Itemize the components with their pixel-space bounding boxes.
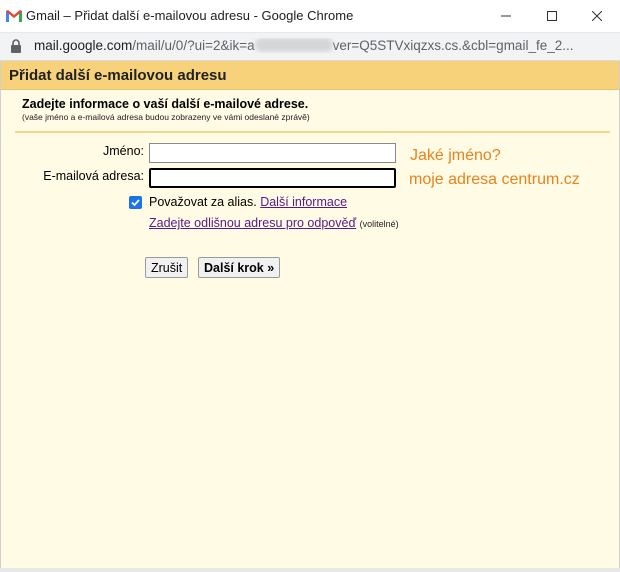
url-host: mail.google.com (34, 38, 133, 53)
alias-label: Považovat za alias. (149, 195, 257, 209)
intro-title: Zadejte informace o vaší další e-mailové… (22, 97, 309, 111)
dialog-title: Přidat další e-mailovou adresu (9, 67, 227, 84)
alias-row: Považovat za alias. Další informace (149, 195, 347, 209)
maximize-button[interactable] (529, 0, 575, 32)
minimize-button[interactable] (483, 0, 529, 32)
cancel-button[interactable]: Zrušit (145, 257, 189, 278)
email-label: E-mailová adresa: (43, 169, 144, 183)
close-button[interactable] (574, 0, 620, 32)
window-title: Gmail – Přidat další e-mailovou adresu -… (26, 8, 354, 23)
name-label: Jméno: (103, 144, 144, 158)
maximize-icon (547, 11, 557, 21)
intro-note: (vaše jméno a e-mailová adresa budou zob… (22, 112, 310, 122)
annotation-name: Jaké jméno? (410, 147, 501, 164)
more-info-link[interactable]: Další informace (260, 195, 347, 209)
checkmark-icon (131, 199, 140, 207)
window-titlebar: Gmail – Přidat další e-mailovou adresu -… (0, 0, 620, 33)
lock-icon (11, 39, 21, 53)
minimize-icon (501, 15, 511, 17)
dialog-header: Přidat další e-mailovou adresu (1, 61, 619, 90)
optional-note: (volitelné) (359, 219, 399, 229)
url-path-start: /mail/u/0/?ui=2&ik=a (132, 38, 255, 53)
name-input[interactable] (149, 143, 396, 163)
annotation-email: moje adresa centrum.cz (409, 171, 580, 188)
add-email-dialog: Přidat další e-mailovou adresu Zadejte i… (0, 61, 620, 568)
alias-checkbox[interactable] (129, 196, 142, 209)
email-input[interactable] (149, 168, 396, 188)
reply-to-row: Zadejte odlišnou adresu pro odpověď (vol… (149, 216, 399, 230)
gmail-logo (6, 10, 22, 22)
next-step-button[interactable]: Další krok » (198, 257, 281, 278)
window-bottom-edge (0, 568, 620, 572)
close-icon (592, 11, 602, 21)
reply-to-link[interactable]: Zadejte odlišnou adresu pro odpověď (149, 216, 356, 230)
divider (15, 131, 610, 133)
url-text: mail.google.com/mail/u/0/?ui=2&ik=a ver=Q… (34, 38, 614, 53)
url-path-end: ver=Q5STVxiqzxs.cs.&cbl=gmail_fe_2... (332, 38, 574, 53)
address-bar[interactable]: mail.google.com/mail/u/0/?ui=2&ik=a ver=Q… (0, 33, 620, 61)
redacted-url-part (254, 38, 333, 52)
